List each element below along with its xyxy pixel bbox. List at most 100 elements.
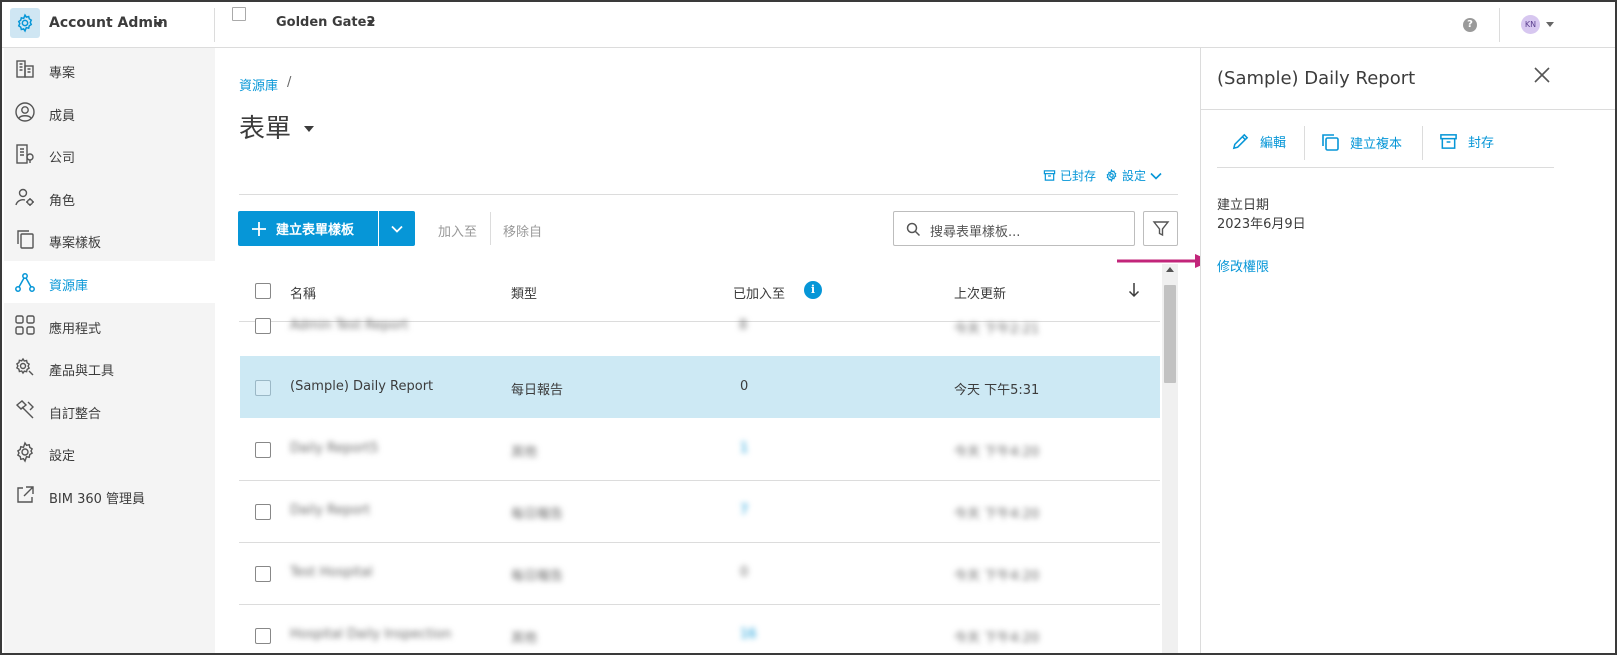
plus-icon	[252, 221, 266, 236]
search-icon	[906, 222, 921, 237]
row-added-count[interactable]: 16	[740, 627, 757, 642]
archive-button[interactable]: 封存	[1439, 132, 1494, 151]
tools-gear-icon	[15, 357, 34, 376]
sidebar-item-apps[interactable]: 應用程式	[4, 304, 215, 346]
breadcrumb-separator: /	[287, 75, 292, 90]
divider	[239, 194, 1178, 195]
row-checkbox[interactable]	[255, 318, 271, 334]
row-type: 其他	[511, 445, 538, 460]
sidebar-item-members[interactable]: 成員	[4, 91, 215, 133]
remove-from-button[interactable]: 移除自	[503, 221, 542, 240]
sidebar-item-products-tools[interactable]: 產品與工具	[4, 346, 215, 388]
info-icon[interactable]: i	[804, 281, 822, 299]
company-icon	[16, 144, 34, 164]
row-type: 每日報告	[511, 569, 564, 584]
select-all-checkbox[interactable]	[255, 283, 271, 299]
row-checkbox[interactable]	[255, 442, 271, 458]
chevron-down-icon[interactable]	[367, 20, 375, 25]
sidebar-item-label: 應用程式	[49, 322, 102, 337]
sidebar-item-roles[interactable]: 角色	[4, 176, 215, 218]
edit-label: 編輯	[1260, 136, 1287, 151]
column-header-last-updated[interactable]: 上次更新	[954, 283, 1006, 302]
create-form-template-button[interactable]: 建立表單樣板	[238, 211, 378, 246]
edit-button[interactable]: 編輯	[1231, 132, 1286, 151]
column-header-added-to[interactable]: 已加入至	[733, 283, 785, 302]
row-name[interactable]: (Sample) Daily Report	[290, 379, 433, 394]
search-input[interactable]: 搜尋表單樣板...	[893, 211, 1135, 246]
row-name[interactable]: Test Hospital	[290, 565, 373, 580]
sidebar-item-label: 專案樣板	[49, 236, 102, 251]
column-header-type[interactable]: 類型	[511, 283, 537, 302]
sidebar-item-settings[interactable]: 設定	[4, 431, 215, 473]
library-icon	[15, 273, 35, 292]
row-updated: 今天 下午4:20	[954, 445, 1040, 460]
create-options-button[interactable]	[379, 211, 415, 246]
gear-icon	[16, 441, 34, 463]
sidebar-item-custom-integrations[interactable]: 自訂整合	[4, 389, 215, 431]
row-updated: 今天 下午4:20	[954, 631, 1040, 646]
row-updated: 今天 下午2:21	[954, 322, 1040, 337]
template-icon	[17, 230, 34, 249]
building-icon	[16, 60, 34, 78]
row-added-count[interactable]: 1	[740, 441, 748, 456]
chevron-down-icon[interactable]	[1546, 22, 1554, 27]
row-checkbox[interactable]	[255, 504, 271, 520]
sidebar-item-bim360-admin[interactable]: BIM 360 管理員	[4, 474, 215, 516]
settings-dropdown[interactable]: 設定	[1105, 167, 1162, 184]
row-added-count: 0	[740, 379, 749, 394]
row-updated: 今天 下午5:31	[954, 383, 1040, 398]
page-title[interactable]: 表單	[239, 108, 291, 145]
modify-permissions-link[interactable]: 修改權限	[1217, 256, 1269, 275]
scrollbar-thumb[interactable]	[1164, 285, 1176, 383]
chevron-down-icon[interactable]	[155, 22, 163, 27]
row-type: 其他	[511, 631, 538, 646]
project-selector[interactable]: Golden Gate2	[276, 15, 375, 30]
chevron-down-icon[interactable]	[304, 126, 314, 132]
archive-icon	[1440, 134, 1457, 149]
close-icon[interactable]	[1534, 67, 1550, 83]
sidebar-item-companies[interactable]: 公司	[4, 133, 215, 175]
chevron-down-icon	[391, 225, 403, 233]
row-updated: 今天 下午4:20	[954, 507, 1040, 522]
row-name[interactable]: Daily Report	[290, 503, 370, 518]
sidebar-item-library[interactable]: 資源庫	[4, 261, 215, 303]
row-checkbox[interactable]	[255, 628, 271, 644]
row-checkbox[interactable]	[255, 380, 271, 396]
created-date-value: 2023年6月9日	[1217, 217, 1306, 232]
duplicate-button[interactable]: 建立複本	[1320, 132, 1402, 152]
row-name[interactable]: Daily Report5	[290, 441, 378, 456]
apps-grid-icon	[15, 315, 35, 335]
divider	[1422, 126, 1423, 160]
help-icon[interactable]: ?	[1463, 18, 1477, 32]
search-placeholder: 搜尋表單樣板...	[930, 225, 1021, 240]
row-type: 每日報告	[511, 507, 564, 522]
sort-descending-icon[interactable]	[1128, 282, 1140, 298]
sidebar-item-projects[interactable]: 專案	[4, 48, 215, 90]
avatar[interactable]: KN	[1521, 15, 1540, 34]
row-type: 每日報告	[511, 383, 564, 398]
sidebar-item-project-templates[interactable]: 專案樣板	[4, 218, 215, 260]
account-name[interactable]: Account Admin	[49, 15, 168, 31]
archive-icon	[1043, 170, 1056, 181]
filter-button[interactable]	[1143, 211, 1178, 246]
archived-link[interactable]: 已封存	[1043, 167, 1096, 184]
divider	[214, 8, 215, 42]
column-header-name[interactable]: 名稱	[290, 283, 316, 302]
breadcrumb[interactable]: 資源庫	[239, 75, 278, 94]
project-logo-icon	[232, 7, 246, 21]
add-to-button[interactable]: 加入至	[438, 221, 477, 240]
chevron-down-icon	[1150, 172, 1162, 180]
row-name[interactable]: Hospital Daily Inspection	[290, 627, 451, 642]
filter-icon	[1152, 220, 1169, 236]
panel-title: (Sample) Daily Report	[1217, 68, 1416, 89]
sidebar-item-label: 自訂整合	[49, 407, 102, 422]
row-checkbox[interactable]	[255, 566, 271, 582]
hammer-icon	[15, 400, 34, 419]
sidebar-item-label: 公司	[49, 151, 76, 166]
sidebar-item-label: BIM 360 管理員	[49, 492, 146, 507]
sidebar-item-label: 產品與工具	[49, 364, 115, 379]
role-icon	[15, 188, 34, 206]
row-added-count[interactable]: 7	[740, 503, 748, 518]
divider	[1499, 8, 1500, 42]
account-gear-icon[interactable]	[10, 8, 40, 38]
